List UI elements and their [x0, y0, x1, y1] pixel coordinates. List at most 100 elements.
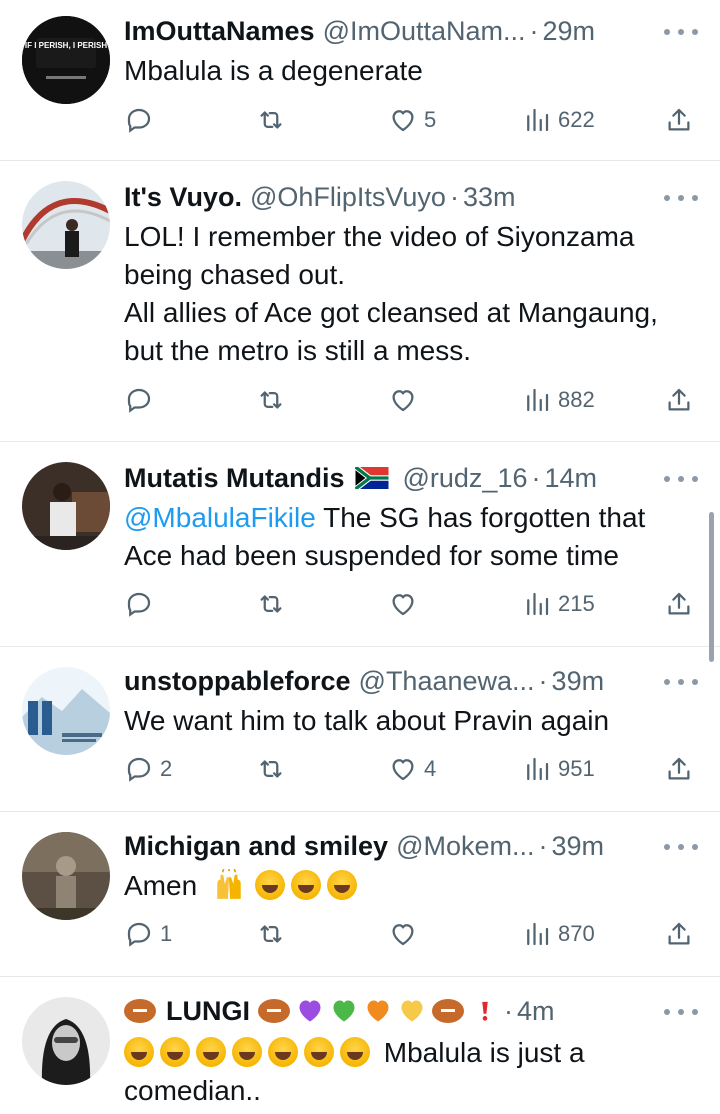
reply-button[interactable]: 1: [124, 914, 172, 954]
tweet-6[interactable]: LUNGI · 4m Mbalula is just a comedian..: [0, 977, 720, 1114]
views-button[interactable]: 951: [522, 749, 595, 789]
laughing-emoji: [290, 870, 321, 900]
like-button[interactable]: [388, 380, 424, 420]
crying-laughing-emoji: [304, 1037, 334, 1067]
green-heart-emoji: [333, 1000, 355, 1022]
display-name[interactable]: ImOuttaNames: [124, 16, 315, 47]
more-icon[interactable]: [664, 469, 698, 489]
share-button[interactable]: [664, 100, 694, 140]
more-icon[interactable]: [664, 1002, 698, 1022]
reply-button[interactable]: [124, 380, 160, 420]
views-icon: [527, 757, 549, 781]
views-count: 622: [558, 107, 595, 132]
tweet-1[interactable]: "IF I PERISH, I PERISH" ImOuttaNames @Im…: [0, 0, 720, 160]
timestamp[interactable]: 4m: [517, 996, 555, 1027]
tweet-5[interactable]: Michigan and smiley @Mokem... · 39m Amen…: [0, 812, 720, 976]
tweet-4[interactable]: unstoppableforce @Thaanewa... · 39m We w…: [0, 647, 720, 811]
share-button[interactable]: [664, 749, 694, 789]
user-handle[interactable]: @ImOuttaNam...: [323, 16, 526, 47]
views-icon: [527, 388, 549, 412]
like-button[interactable]: [388, 584, 424, 624]
tweet-2[interactable]: It's Vuyo. @OhFlipItsVuyo · 33m LOL! I r…: [0, 161, 720, 441]
views-icon: [527, 592, 549, 616]
separator-dot: ·: [504, 995, 513, 1026]
like-icon: [392, 759, 414, 781]
more-icon[interactable]: [664, 672, 698, 692]
views-button[interactable]: 622: [522, 100, 595, 140]
timestamp[interactable]: 39m: [552, 831, 605, 862]
retweet-button[interactable]: [256, 380, 292, 420]
separator-dot: ·: [538, 665, 548, 696]
user-handle[interactable]: @rudz_16: [403, 463, 528, 494]
yellow-heart-emoji: [401, 1000, 423, 1022]
views-count: 951: [558, 756, 595, 781]
avatar[interactable]: [22, 997, 110, 1085]
timestamp[interactable]: 39m: [552, 666, 605, 697]
retweet-button[interactable]: [256, 584, 292, 624]
user-handle[interactable]: @Mokem...: [396, 831, 534, 862]
views-button[interactable]: 870: [522, 914, 595, 954]
user-handle[interactable]: @Thaanewa...: [359, 666, 535, 697]
display-name[interactable]: Mutatis Mutandis: [124, 463, 345, 494]
more-icon[interactable]: [664, 837, 698, 857]
reply-icon: [127, 922, 151, 947]
retweet-button[interactable]: [256, 749, 292, 789]
retweet-button[interactable]: [256, 914, 292, 954]
share-button[interactable]: [664, 914, 694, 954]
share-icon: [668, 757, 690, 780]
avatar-image: [22, 667, 110, 755]
views-button[interactable]: 215: [522, 584, 595, 624]
retweet-button[interactable]: [256, 100, 292, 140]
display-name[interactable]: unstoppableforce: [124, 666, 351, 697]
display-name[interactable]: It's Vuyo.: [124, 182, 242, 213]
reply-button[interactable]: [124, 584, 160, 624]
mention-link[interactable]: @MbalulaFikile: [124, 502, 316, 533]
separator-dot: ·: [538, 830, 548, 861]
reply-button[interactable]: [124, 100, 160, 140]
scrollbar[interactable]: [709, 512, 714, 662]
tweet-text: Amen: [124, 867, 690, 905]
display-name[interactable]: Michigan and smiley: [124, 831, 388, 862]
views-count: 882: [558, 387, 595, 412]
raising-hands-emoji: [211, 868, 255, 901]
like-icon: [392, 390, 414, 412]
tweet-text-line: being chased out.: [124, 259, 346, 290]
views-icon: [527, 922, 549, 946]
avatar[interactable]: [22, 181, 110, 269]
tweet-header: LUNGI · 4m: [124, 992, 698, 1030]
share-button[interactable]: [664, 584, 694, 624]
avatar[interactable]: [22, 667, 110, 755]
user-handle[interactable]: @OhFlipItsVuyo: [250, 182, 446, 213]
avatar-image: [22, 462, 110, 550]
views-button[interactable]: 882: [522, 380, 595, 420]
action-bar: 1 870: [124, 914, 700, 954]
crying-laughing-emoji: [124, 1037, 154, 1067]
avatar-image: [22, 181, 110, 269]
timestamp[interactable]: 14m: [544, 463, 597, 494]
reply-count: 2: [160, 756, 173, 781]
avatar[interactable]: "IF I PERISH, I PERISH": [22, 16, 110, 104]
avatar[interactable]: [22, 832, 110, 920]
retweet-icon: [260, 925, 282, 943]
separator-dot: ·: [531, 462, 541, 493]
share-icon: [668, 388, 690, 411]
timestamp[interactable]: 29m: [543, 16, 596, 47]
tweet-3[interactable]: Mutatis Mutandis @rudz_16 · 14m @Mbalula…: [0, 442, 720, 646]
more-icon[interactable]: [664, 22, 698, 42]
like-button[interactable]: 5: [388, 100, 436, 140]
share-button[interactable]: [664, 380, 694, 420]
reply-button[interactable]: 2: [124, 749, 172, 789]
avatar[interactable]: [22, 462, 110, 550]
action-bar: 2 4 951: [124, 749, 700, 789]
rugby-ball-emoji: [124, 999, 156, 1023]
share-icon: [668, 922, 690, 945]
like-button[interactable]: [388, 914, 424, 954]
display-name[interactable]: LUNGI: [166, 996, 250, 1027]
tweet-text: Mbalula is a degenerate: [124, 52, 690, 90]
timestamp[interactable]: 33m: [463, 182, 516, 213]
like-button[interactable]: 4: [388, 749, 436, 789]
orange-heart-emoji: [367, 1000, 389, 1022]
separator-dot: ·: [529, 15, 539, 46]
more-icon[interactable]: [664, 188, 698, 208]
tweet-text-line: Mbalula is a degenerate: [124, 55, 423, 86]
